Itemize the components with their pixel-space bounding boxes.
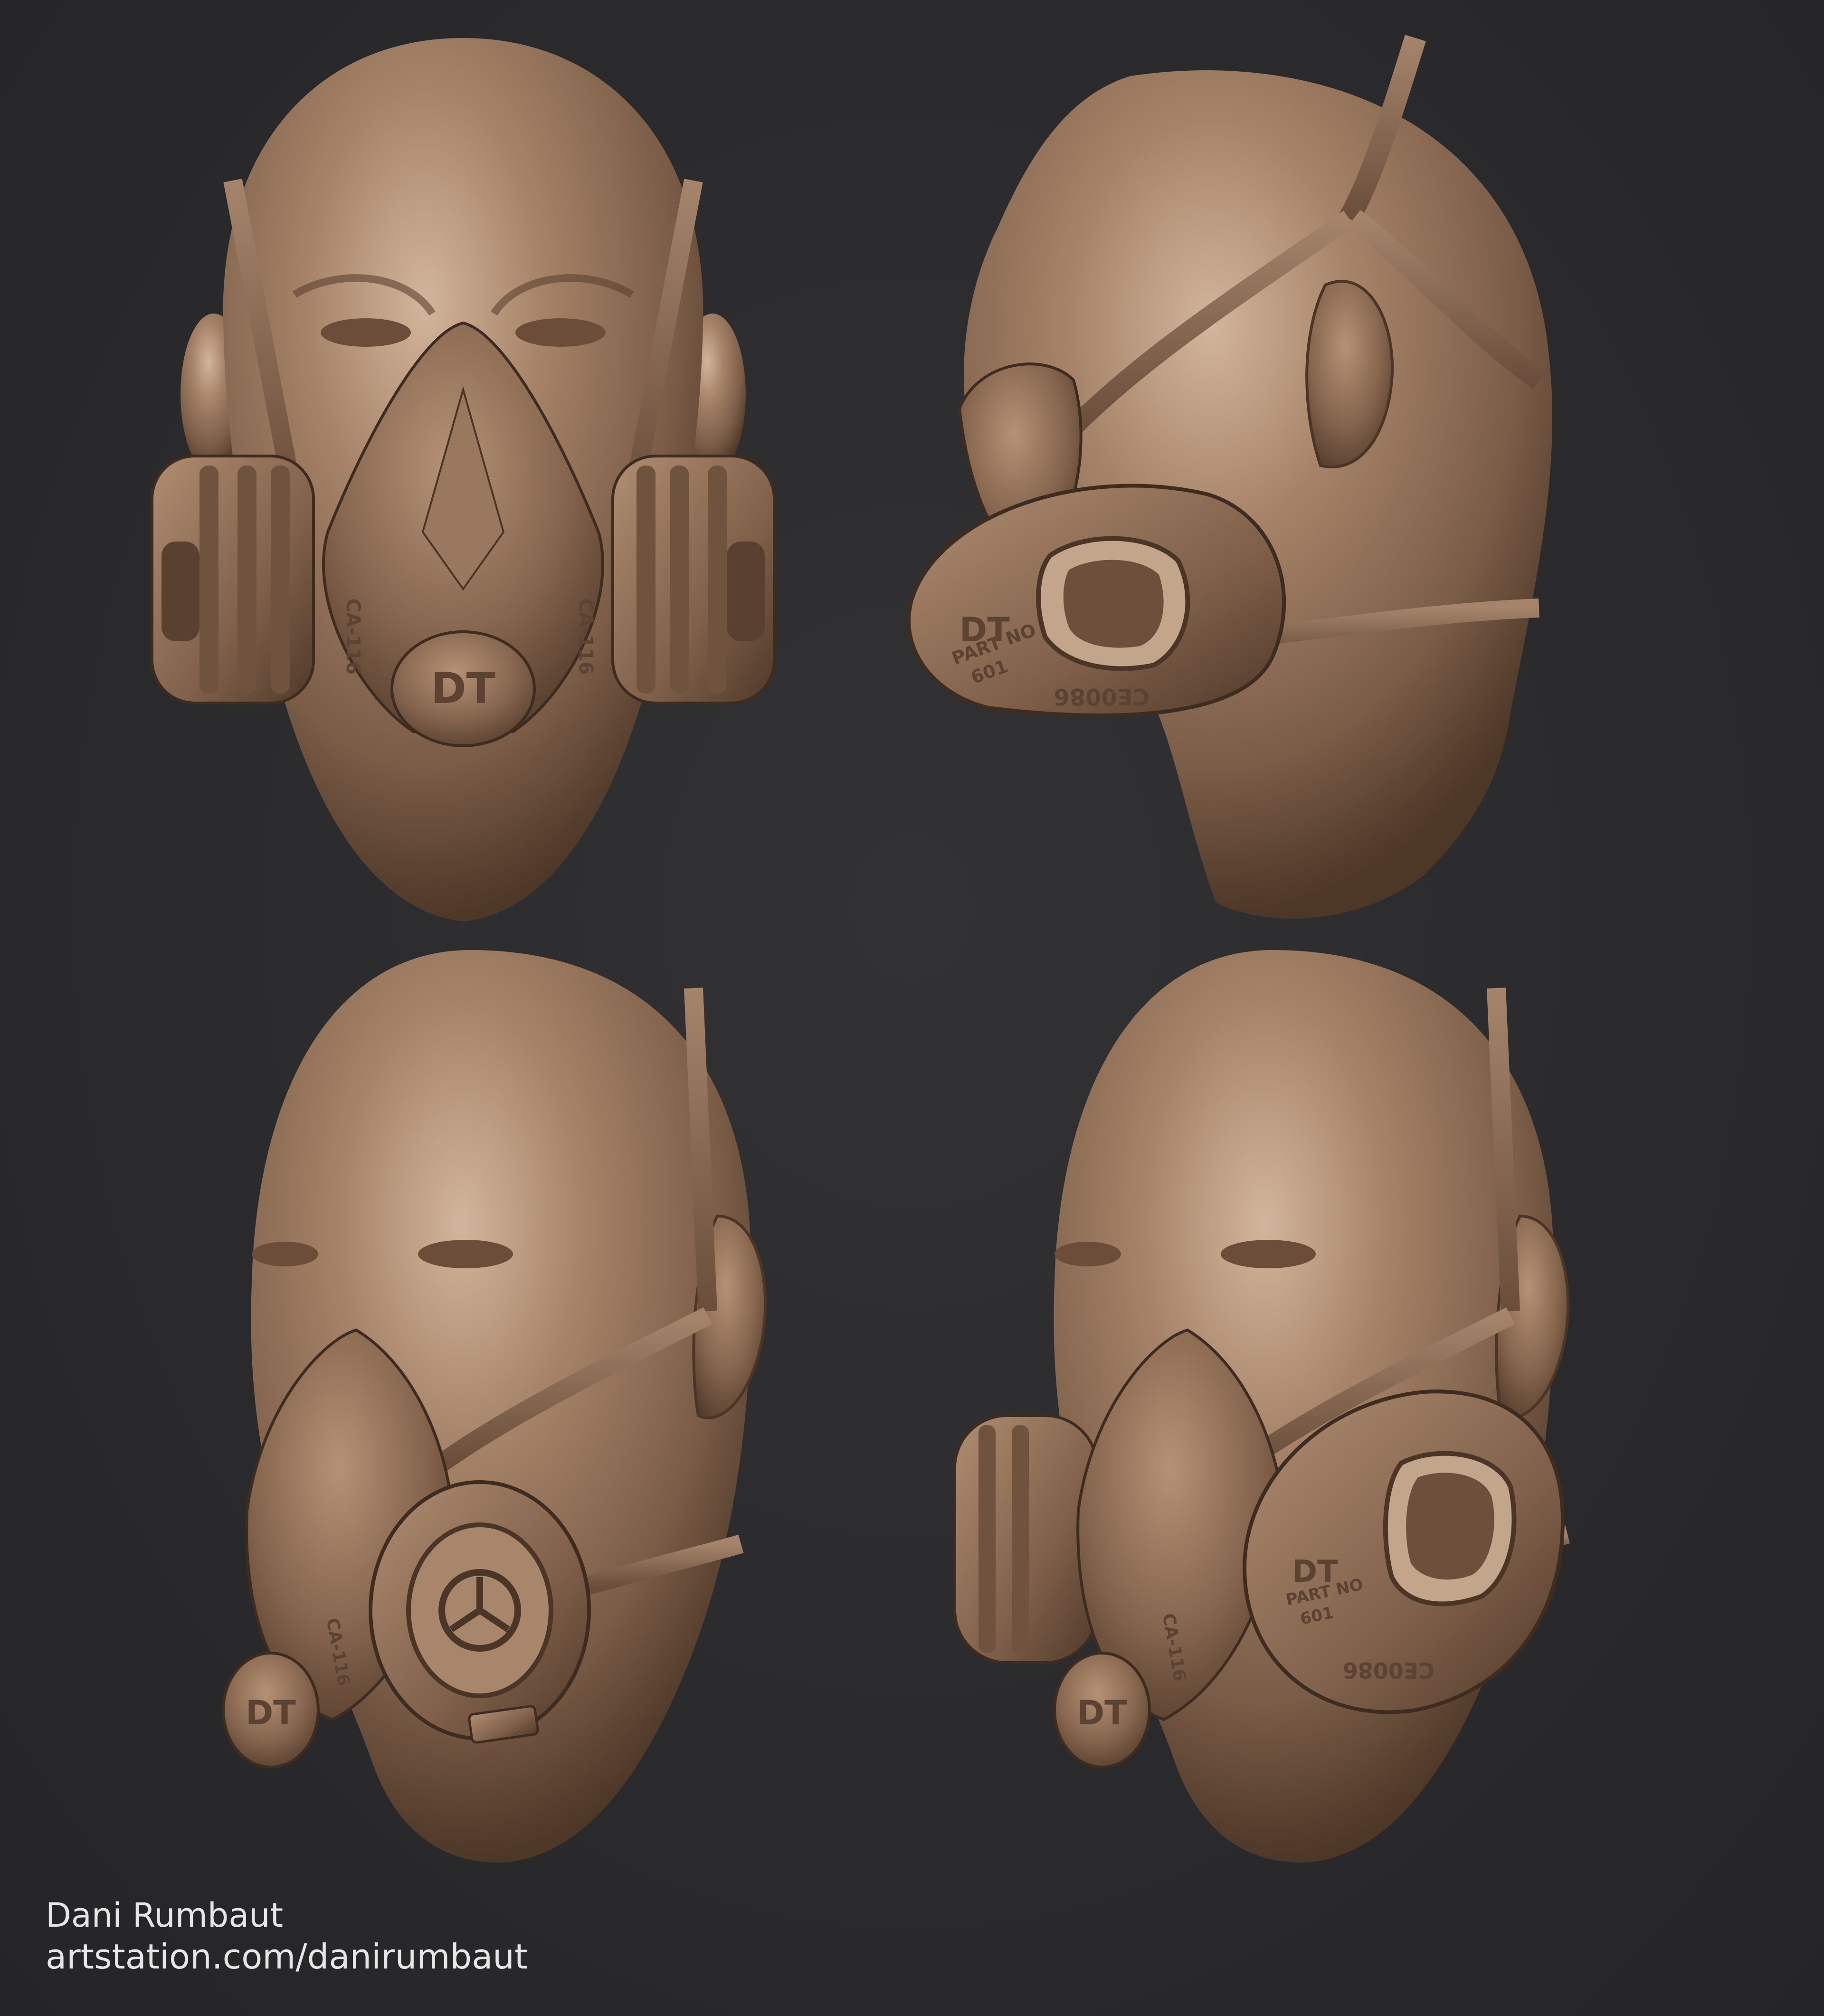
artist-name: Dani Rumbaut xyxy=(46,1896,284,1935)
render-three-quarter-with-filter: DT CA-116 DT PART NO 601 CE0086 xyxy=(950,950,1624,1876)
ce-mark: CE0086 xyxy=(1054,683,1150,710)
render-side-view: DT PART NO 601 CE0086 xyxy=(846,19,1624,931)
inhalation-port xyxy=(369,1480,591,1740)
render-front-view: DT CA-116 CA-116 xyxy=(142,29,784,941)
left-eye xyxy=(321,318,411,347)
filter-cartridge xyxy=(907,484,1286,717)
artist-url: artstation.com/danirumbaut xyxy=(46,1937,528,1977)
credits-block: Dani Rumbaut artstation.com/danirumbaut xyxy=(46,1895,528,1977)
cartridge-code-left: CA-116 xyxy=(342,599,364,675)
artwork-canvas: DT CA-116 CA-116 DT PART NO 601 CE0086 D… xyxy=(0,0,1824,2016)
render-three-quarter-no-filter: DT CA-116 xyxy=(176,950,803,1876)
logo-text: DT xyxy=(431,664,495,713)
cartridge-code-right: CA-116 xyxy=(575,599,597,675)
left-cartridge xyxy=(151,455,315,704)
logo-text: DT xyxy=(246,1693,296,1732)
right-cartridge xyxy=(611,455,776,704)
left-cartridge xyxy=(953,1414,1099,1664)
logo-text: DT xyxy=(1077,1693,1127,1732)
right-eye xyxy=(515,318,606,347)
ce-mark: CE0086 xyxy=(1343,1657,1434,1683)
